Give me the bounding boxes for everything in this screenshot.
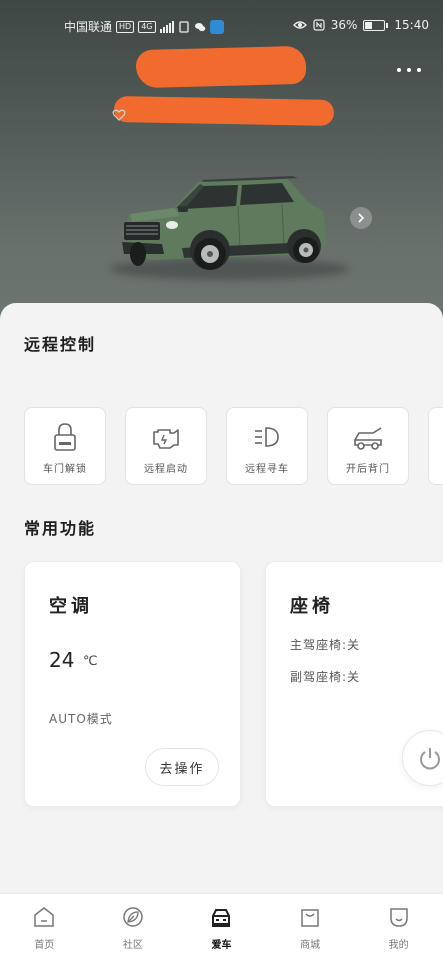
sim-card-icon — [178, 20, 189, 33]
open-trunk-button[interactable]: 开后背门 — [327, 407, 409, 485]
nav-my-car-label: 爱车 — [211, 940, 232, 951]
shop-icon — [301, 909, 319, 927]
air-conditioner-card[interactable]: 空调 24 ℃ AUTO模式 去操作 — [24, 561, 241, 807]
vehicle-image — [122, 176, 326, 270]
car-trunk-icon — [354, 427, 382, 450]
find-car-button[interactable]: 远程寻车 — [226, 407, 308, 485]
headlight-icon — [255, 427, 279, 447]
clock: 15:40 — [394, 18, 429, 32]
wechat-icon — [194, 22, 205, 31]
seat-power-button[interactable] — [402, 730, 443, 786]
open-trunk-label: 开后背门 — [346, 464, 390, 475]
seat-title: 座椅 — [290, 596, 334, 617]
remote-control-title: 远程控制 — [24, 335, 97, 354]
profile-icon — [389, 908, 408, 927]
passenger-seat-status: 副驾座椅:关 — [290, 670, 361, 684]
redacted-vehicle-name — [135, 45, 307, 89]
ac-title: 空调 — [49, 596, 93, 617]
seat-card[interactable]: 座椅 主驾座椅:关 副驾座椅:关 — [265, 561, 443, 807]
unlock-doors-label: 车门解锁 — [43, 464, 87, 475]
nav-home[interactable]: 首页 — [4, 894, 84, 960]
nav-profile-label: 我的 — [388, 940, 409, 951]
network-badge: 4G — [138, 20, 156, 33]
control-panel: 远程控制 车门解锁 远程启动 远程寻车 开后背门 常用功能 空调 24 ℃ AU… — [0, 303, 443, 893]
ac-temperature-unit: ℃ — [83, 654, 98, 669]
common-functions-title: 常用功能 — [24, 519, 97, 538]
nav-shop-label: 商城 — [300, 940, 321, 951]
ac-operate-button[interactable]: 去操作 — [145, 748, 219, 786]
driver-seat-status: 主驾座椅:关 — [290, 638, 361, 652]
power-icon — [420, 748, 440, 770]
battery-percent: 36% — [330, 18, 358, 32]
nav-shop[interactable]: 商城 — [270, 894, 350, 960]
hd-badge: HD — [116, 20, 135, 33]
unlock-doors-button[interactable]: 车门解锁 — [24, 407, 106, 485]
signal-icon — [159, 20, 174, 33]
chevron-right-icon — [358, 213, 365, 223]
find-car-label: 远程寻车 — [245, 464, 289, 475]
nfc-icon — [313, 19, 325, 31]
app-notification-icon — [209, 19, 224, 34]
nav-community-label: 社区 — [122, 940, 143, 951]
bottom-navigation: 首页 社区 爱车 商城 我的 — [0, 893, 443, 960]
battery-icon — [363, 19, 389, 31]
lock-icon — [54, 423, 76, 451]
redacted-vehicle-info — [113, 96, 335, 126]
next-vehicle-button[interactable] — [350, 207, 372, 229]
engine-icon — [153, 429, 179, 449]
ac-temperature: 24 — [49, 648, 75, 672]
nav-my-car[interactable]: 爱车 — [181, 894, 261, 960]
carrier-label: 中国联通 — [64, 20, 113, 34]
remote-start-button[interactable]: 远程启动 — [125, 407, 207, 485]
remote-control-list: 车门解锁 远程启动 远程寻车 开后背门 — [24, 407, 443, 485]
eye-comfort-icon — [292, 21, 307, 29]
remote-start-label: 远程启动 — [144, 464, 188, 475]
status-bar: 中国联通 HD 4G 36% 15:40 — [0, 0, 443, 52]
nav-community[interactable]: 社区 — [93, 894, 173, 960]
more-dots-icon[interactable] — [397, 66, 421, 74]
car-icon — [212, 909, 231, 927]
nav-profile[interactable]: 我的 — [359, 894, 439, 960]
home-icon — [34, 907, 55, 927]
leaf-icon — [123, 907, 143, 927]
vehicle-hero: 中国联通 HD 4G 36% 15:40 — [0, 0, 443, 330]
nav-home-label: 首页 — [34, 940, 55, 951]
ac-mode: AUTO模式 — [49, 712, 113, 726]
remote-control-more-item[interactable] — [428, 407, 443, 485]
heart-icon[interactable] — [112, 108, 126, 122]
